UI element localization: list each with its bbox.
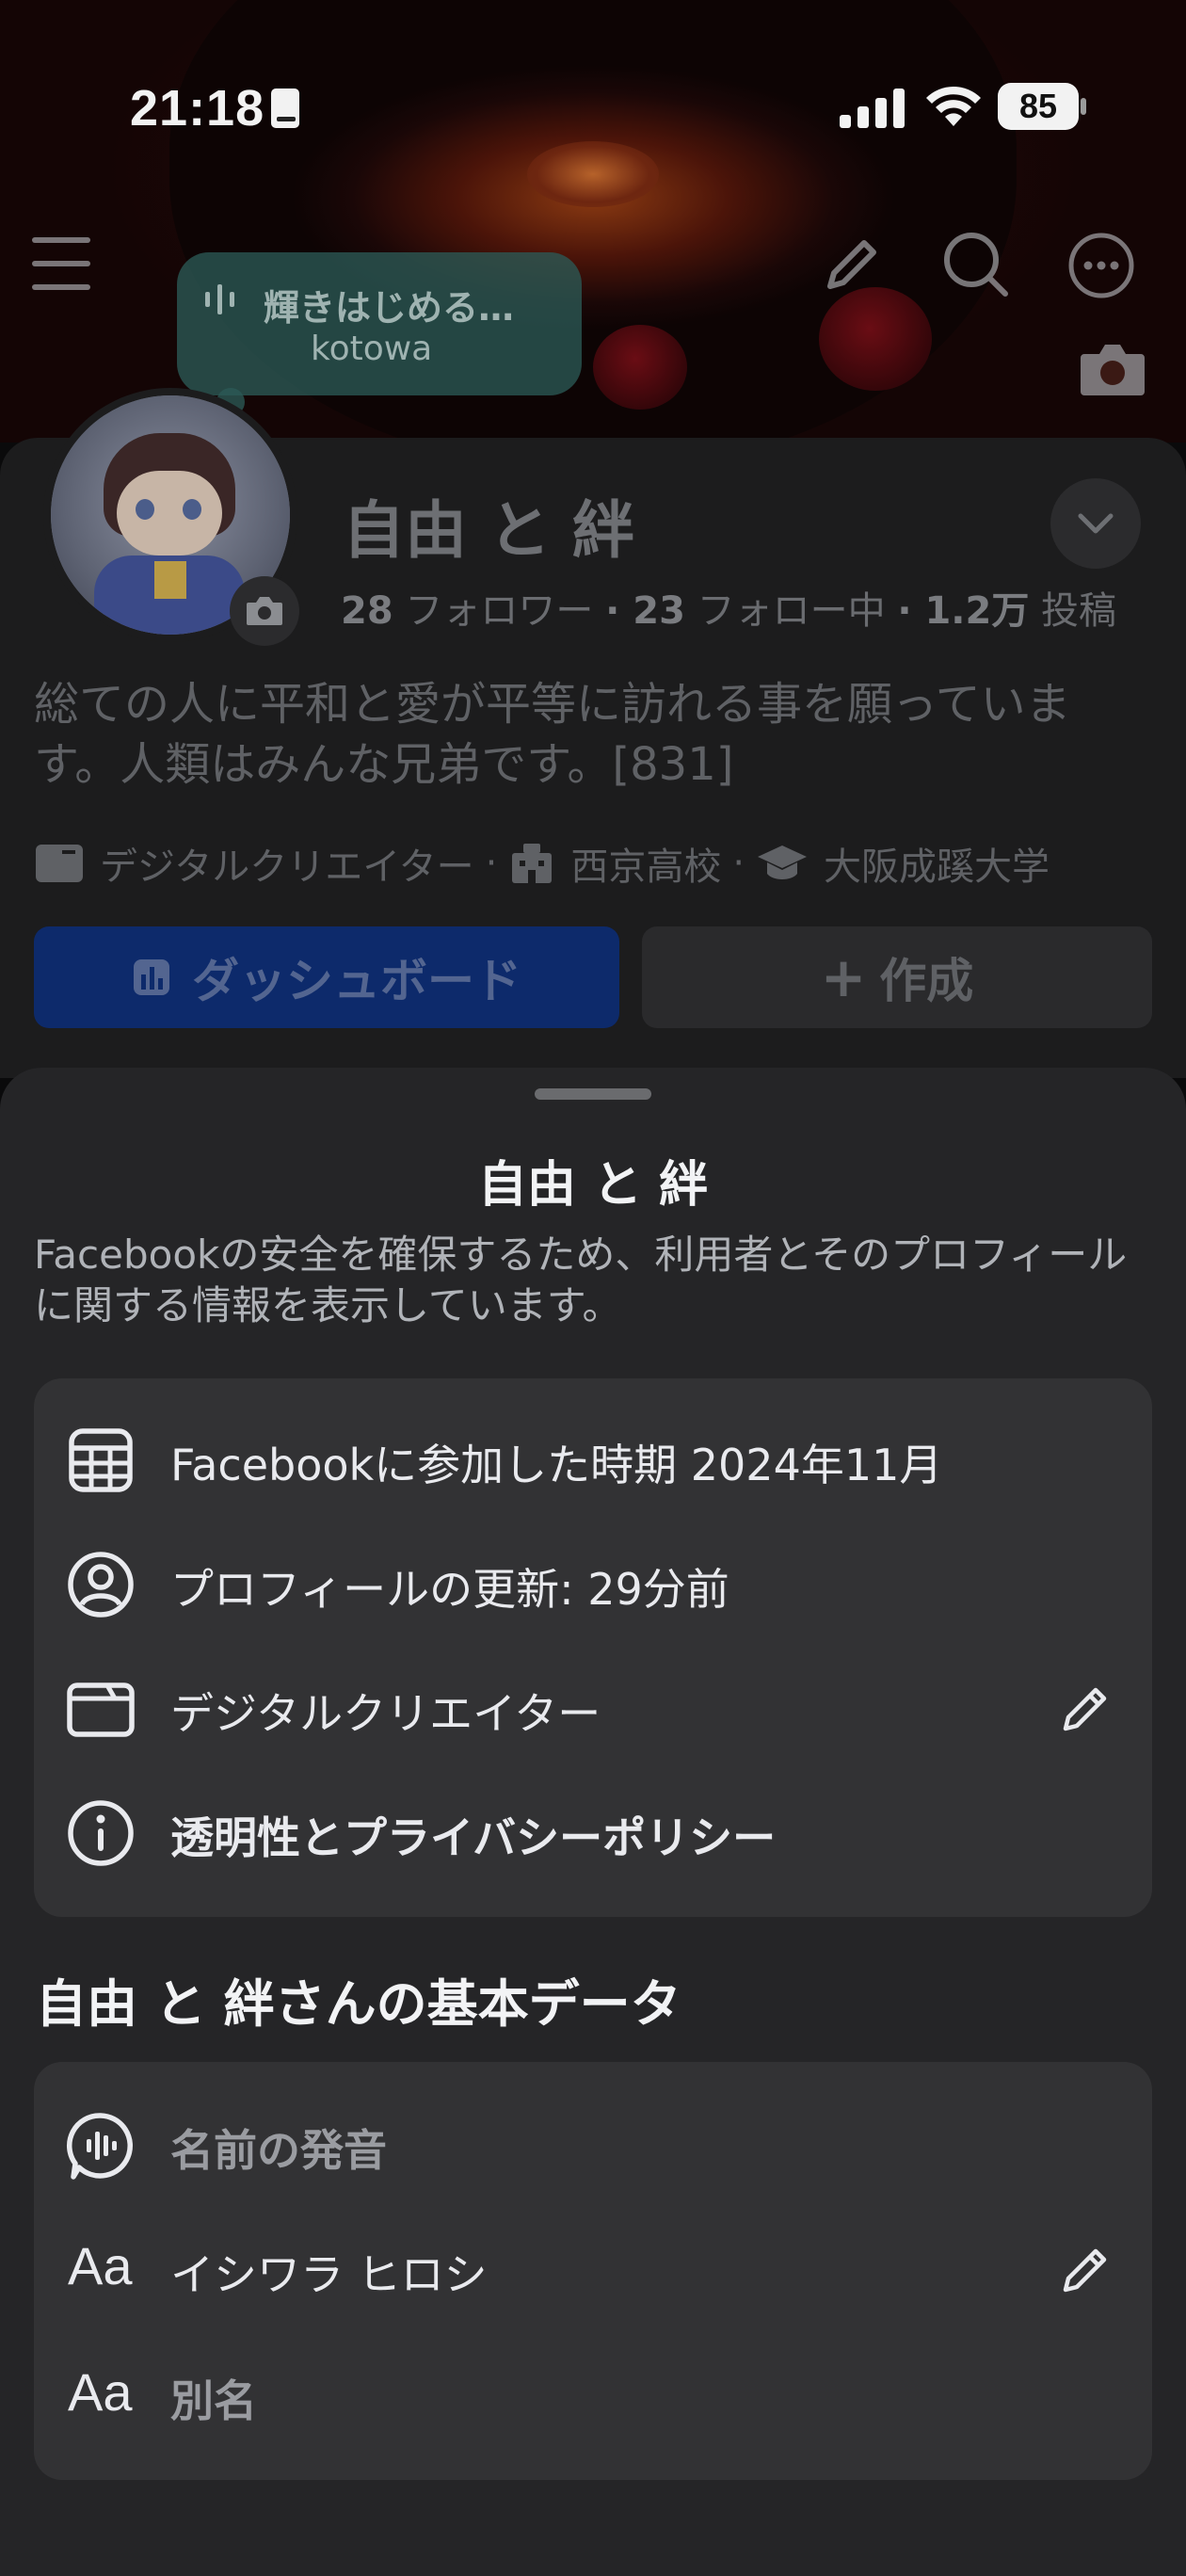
sheet-description: Facebookの安全を確保するため、利用者とそのプロフィールに関する情報を表示… [34,1232,1128,1328]
dashboard-label: ダッシュボード [192,954,521,1008]
meta-category: デジタルクリエイター [100,845,474,889]
posts-label: 投稿 [1041,589,1117,633]
wifi-icon [926,86,981,126]
meta-school: 西京高校 [570,845,722,889]
dashboard-button[interactable]: ダッシュボード [34,926,619,1028]
info-row-label: デジタルクリエイター [170,1688,601,1739]
basic-row-name-reading[interactable]: Aa イシワラ ヒロシ [34,2207,1152,2329]
info-icon [68,1800,134,1866]
status-bar: 21:18 85 [0,0,1186,217]
focus-book-icon [271,89,299,128]
info-row-category[interactable]: デジタルクリエイター [34,1646,1152,1768]
menu-icon[interactable] [32,235,92,292]
battery-cap [1081,98,1086,115]
edit-pencil-icon[interactable] [1058,2241,1114,2297]
music-title: 輝きはじめる… [264,287,515,329]
create-label: 作成 [879,954,974,1008]
category-card-icon [67,1682,135,1737]
posts-count: 1.2万 [924,589,1030,633]
basic-row-pronunciation[interactable]: 名前の発音 [34,2083,1152,2205]
meta-university: 大阪成蹊大学 [824,845,1050,889]
text-aa-icon: Aa [68,2236,133,2295]
plus-icon: + [820,945,867,1009]
more-options-icon[interactable] [1067,232,1135,299]
followers-count: 28 [341,589,393,633]
profile-info-sheet: 自由 と 絆 Facebookの安全を確保するため、利用者とそのプロフィールに関… [0,1068,1186,2576]
profile-menu-button[interactable] [1050,478,1141,569]
battery-level: 85 [1018,87,1058,125]
basic-data-group: 名前の発音 Aa イシワラ ヒロシ Aa 別名 [34,2062,1152,2480]
following-label[interactable]: フォロー中 [697,589,886,633]
school-building-icon [512,844,553,883]
calendar-icon [69,1428,133,1492]
profile-circle-icon [68,1552,134,1618]
category-card-icon [36,845,83,882]
basic-data-title: 自由 と 絆さんの基本データ [36,1974,681,2034]
cover-camera-icon[interactable] [1079,341,1146,397]
dashboard-chart-icon [134,959,169,995]
edit-pencil-icon[interactable] [821,233,883,296]
basic-row-label: 名前の発音 [170,2125,387,2176]
profile-bio: 総ての人に平和と愛が平等に訪れる事を願っています。人類はみんな兄弟です。[831… [34,678,1071,791]
status-time: 21:18 [130,80,265,137]
chevron-down-icon [1078,513,1114,534]
followers-label[interactable]: フォロワー [405,589,593,633]
sheet-title: 自由 と 絆 [477,1157,709,1214]
basic-row-alias[interactable]: Aa 別名 [34,2333,1152,2455]
info-row-label: 透明性とプライバシーポリシー [170,1812,777,1863]
profile-info-group: Facebookに参加した時期 2024年11月 プロフィールの更新: 29分前… [34,1378,1152,1917]
search-icon[interactable] [941,230,1011,299]
profile-meta: デジタルクリエイター · 西京高校 · 大阪成蹊大学 [34,836,1050,891]
graduation-cap-icon [758,845,808,879]
rose-right [819,287,932,391]
music-artist: kotowa [311,330,433,368]
info-row-updated: プロフィールの更新: 29分前 [34,1521,1152,1644]
basic-row-label: 別名 [170,2375,257,2426]
info-row-privacy-policy[interactable]: 透明性とプライバシーポリシー [34,1770,1152,1892]
info-row-label: プロフィールの更新: 29分前 [170,1564,729,1615]
signal-icon [840,89,905,128]
profile-name: 自由 と 絆 [343,494,634,567]
info-row-joined: Facebookに参加した時期 2024年11月 [34,1397,1152,1520]
following-count: 23 [633,589,685,633]
info-row-label: Facebookに参加した時期 2024年11月 [170,1440,943,1490]
rose-left [593,325,687,410]
create-button[interactable]: + 作成 [642,926,1152,1028]
battery-icon: 85 [998,83,1079,130]
basic-row-label: イシワラ ヒロシ [170,2249,488,2300]
audio-wave-icon [205,284,234,314]
profile-stats: 28 フォロワー · 23 フォロー中 · 1.2万 投稿 [341,589,1117,633]
voice-bubble-icon [67,2113,133,2180]
camera-icon [247,597,282,625]
edit-pencil-icon[interactable] [1058,1680,1114,1736]
text-aa-icon: Aa [68,2362,133,2422]
sheet-grabber[interactable] [535,1088,651,1100]
avatar-camera-button[interactable] [230,576,299,646]
